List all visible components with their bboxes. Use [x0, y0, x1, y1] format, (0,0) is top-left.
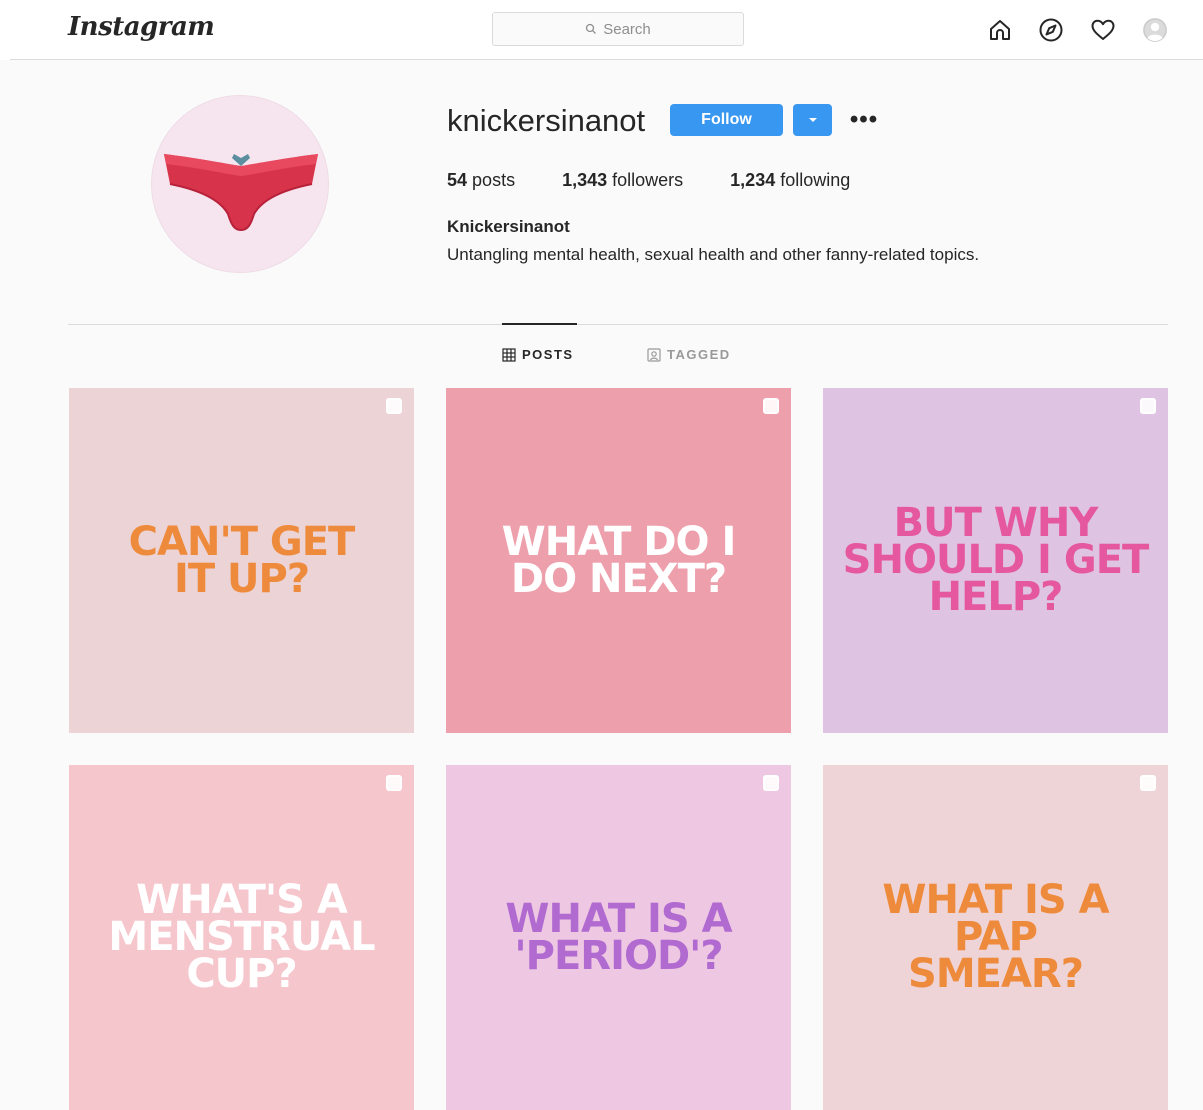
- search-placeholder: Search: [603, 20, 651, 38]
- following-count[interactable]: 1,234 following: [730, 170, 850, 191]
- multiple-posts-icon: [1140, 398, 1156, 414]
- multiple-posts-icon: [1140, 775, 1156, 791]
- profile-full-name: Knickersinanot: [447, 217, 570, 236]
- suggested-dropdown-button[interactable]: [793, 104, 832, 136]
- post-tile[interactable]: BUT WHY SHOULD I GET HELP?: [823, 388, 1168, 733]
- caret-down-icon: [808, 118, 817, 122]
- post-tile[interactable]: WHAT DO I DO NEXT?: [446, 388, 791, 733]
- multiple-posts-icon: [386, 398, 402, 414]
- tagged-person-icon: [647, 347, 661, 362]
- profile-bio: Untangling mental health, sexual health …: [447, 245, 980, 264]
- profile-username: knickersinanot: [447, 103, 646, 138]
- post-tile[interactable]: WHAT IS A PAP SMEAR?: [823, 765, 1168, 1110]
- header-divider: [10, 59, 1203, 60]
- followers-count[interactable]: 1,343 followers: [562, 170, 683, 191]
- follow-button[interactable]: Follow: [670, 104, 783, 136]
- tab-posts[interactable]: POSTS: [502, 347, 574, 362]
- profile-stats: 54 posts 1,343 followers 1,234 following: [447, 170, 897, 191]
- multiple-posts-icon: [763, 775, 779, 791]
- explore-icon[interactable]: [1037, 16, 1065, 44]
- profile-avatar-icon[interactable]: [1141, 16, 1169, 44]
- posts-count-label: posts: [472, 170, 516, 190]
- active-tab-indicator: [502, 323, 577, 325]
- heart-icon[interactable]: [1089, 16, 1117, 44]
- profile-avatar[interactable]: [151, 95, 329, 273]
- post-caption-text: CAN'T GET IT UP?: [128, 518, 356, 602]
- multiple-posts-icon: [763, 398, 779, 414]
- instagram-logo[interactable]: Instagram: [68, 12, 215, 42]
- post-tile[interactable]: CAN'T GET IT UP?: [69, 388, 414, 733]
- tab-tagged-label: TAGGED: [667, 347, 731, 362]
- followers-count-value: 1,343: [562, 170, 608, 190]
- knickers-icon: [164, 154, 318, 232]
- post-caption-text: WHAT IS A 'PERIOD'?: [505, 895, 732, 979]
- following-count-label: following: [780, 170, 851, 190]
- more-options-button[interactable]: •••: [847, 106, 881, 134]
- following-count-value: 1,234: [730, 170, 776, 190]
- followers-count-label: followers: [612, 170, 684, 190]
- tab-tagged[interactable]: TAGGED: [647, 347, 731, 362]
- posts-count-value: 54: [447, 170, 468, 190]
- post-tile[interactable]: WHAT'S A MENSTRUAL CUP?: [69, 765, 414, 1110]
- grid-icon: [502, 347, 516, 362]
- post-caption-text: WHAT'S A MENSTRUAL CUP?: [108, 877, 375, 997]
- home-icon[interactable]: [986, 16, 1014, 44]
- post-caption-text: BUT WHY SHOULD I GET HELP?: [842, 500, 1150, 620]
- posts-count: 54 posts: [447, 170, 515, 191]
- tabs-divider: [68, 324, 1168, 325]
- post-tile[interactable]: WHAT IS A 'PERIOD'?: [446, 765, 791, 1110]
- search-input[interactable]: Search: [492, 12, 744, 46]
- search-icon: [586, 23, 597, 34]
- post-caption-text: WHAT DO I DO NEXT?: [501, 518, 737, 602]
- tab-posts-label: POSTS: [522, 347, 574, 362]
- post-caption-text: WHAT IS A PAP SMEAR?: [882, 877, 1109, 997]
- top-navigation-bar: Instagram Search: [0, 0, 1203, 60]
- multiple-posts-icon: [386, 775, 402, 791]
